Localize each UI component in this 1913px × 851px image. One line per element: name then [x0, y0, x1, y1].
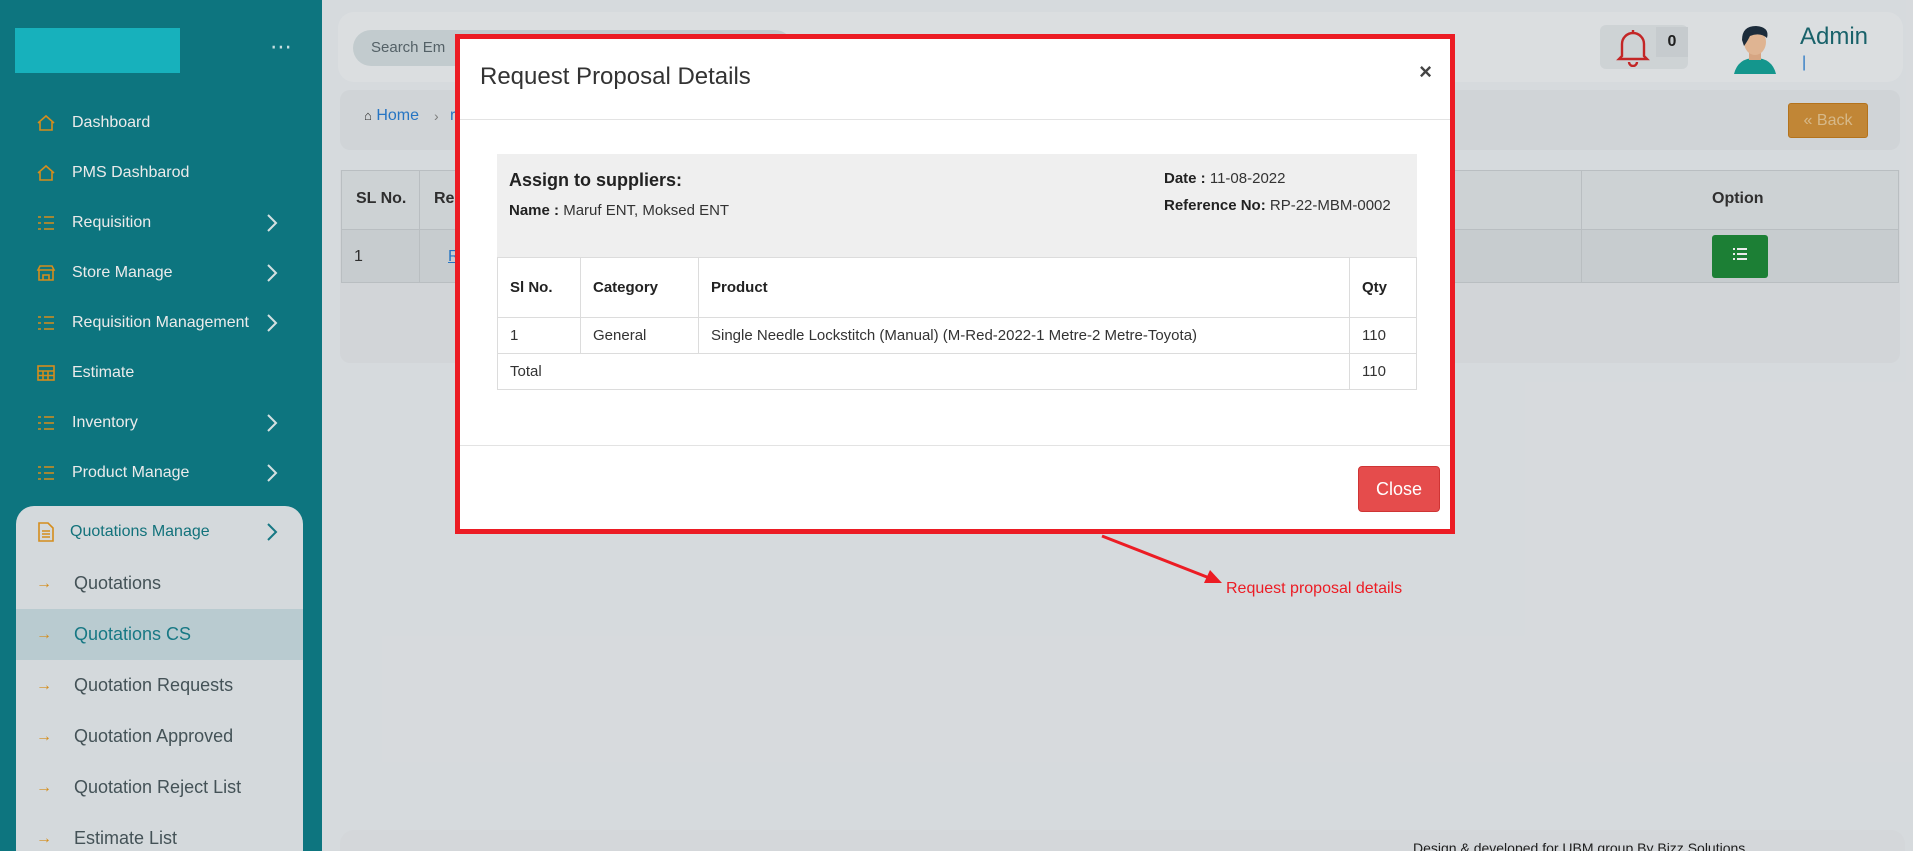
reference-number: Reference No: RP-22-MBM-0002 — [1164, 197, 1391, 214]
close-button[interactable]: Close — [1358, 466, 1440, 512]
proposal-date: Date : 11-08-2022 — [1164, 170, 1285, 187]
table-header-row: Sl No. Category Product Qty — [497, 257, 1417, 318]
cell-product: Single Needle Lockstitch (Manual) (M-Red… — [698, 317, 1350, 354]
total-label: Total — [497, 353, 1350, 390]
proposal-items-table: Sl No. Category Product Qty 1 General Si… — [497, 257, 1417, 390]
reference-value: RP-22-MBM-0002 — [1269, 197, 1391, 214]
annotation-arrow — [1101, 534, 1222, 583]
name-value: Maruf ENT, Moksed ENT — [563, 202, 730, 219]
modal-divider — [460, 445, 1450, 446]
column-header-qty: Qty — [1349, 257, 1417, 318]
cell-sl: 1 — [497, 317, 581, 354]
cell-category: General — [580, 317, 699, 354]
total-row: Total 110 — [497, 353, 1417, 390]
request-proposal-modal: Request Proposal Details × Assign to sup… — [455, 34, 1455, 534]
modal-divider — [460, 119, 1450, 120]
assign-suppliers-heading: Assign to suppliers: — [509, 170, 683, 190]
column-header-product: Product — [698, 257, 1350, 318]
name-label: Name : — [509, 202, 560, 219]
total-value: 110 — [1349, 353, 1417, 390]
annotation-label: Request proposal details — [1226, 580, 1403, 597]
modal-title: Request Proposal Details — [480, 63, 751, 90]
table-row: 1 General Single Needle Lockstitch (Manu… — [497, 317, 1417, 354]
cell-qty: 110 — [1349, 317, 1417, 354]
date-value: 11-08-2022 — [1209, 170, 1286, 187]
reference-label: Reference No: — [1164, 197, 1266, 214]
column-header-sl: Sl No. — [497, 257, 581, 318]
close-icon[interactable]: × — [1419, 59, 1432, 85]
proposal-info-box: Assign to suppliers: Name : Maruf ENT, M… — [497, 154, 1417, 257]
supplier-names: Name : Maruf ENT, Moksed ENT — [509, 202, 729, 219]
date-label: Date : — [1164, 170, 1206, 187]
column-header-category: Category — [580, 257, 699, 318]
